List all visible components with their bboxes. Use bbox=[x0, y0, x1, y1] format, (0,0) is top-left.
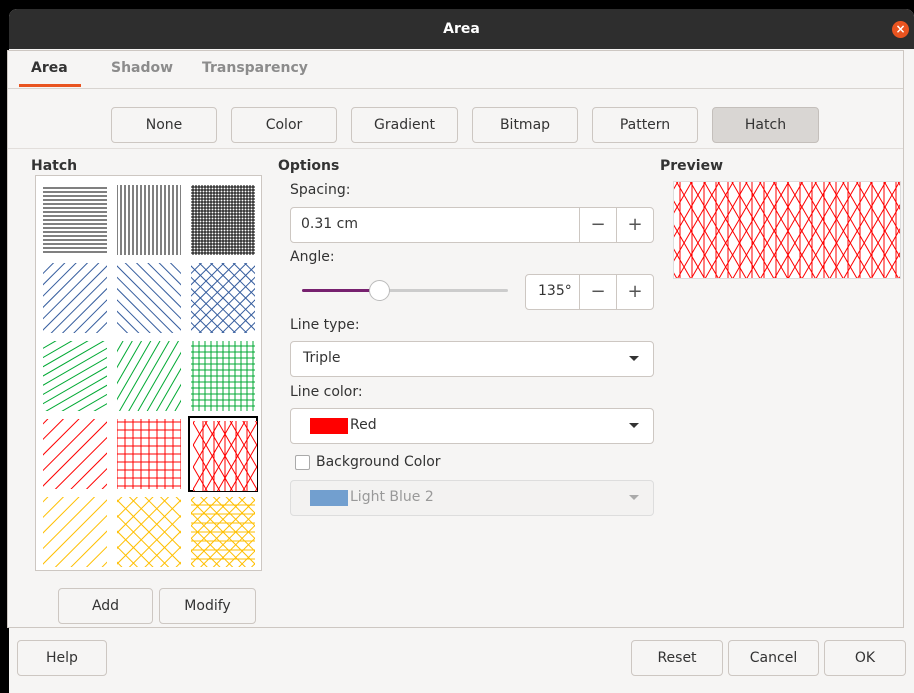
hatch-swatch[interactable] bbox=[40, 494, 110, 570]
spacing-decrease-button[interactable]: − bbox=[579, 208, 616, 242]
hatch-swatch-pattern bbox=[117, 341, 181, 411]
active-tab-indicator bbox=[19, 84, 81, 87]
hatch-swatch[interactable] bbox=[114, 338, 184, 414]
background-color-dropdown: Light Blue 2 bbox=[290, 480, 654, 516]
hatch-swatch-pattern bbox=[117, 497, 181, 567]
tab-area[interactable]: Area bbox=[31, 60, 68, 76]
preview-pattern bbox=[674, 182, 900, 278]
spacing-label: Spacing: bbox=[290, 182, 351, 198]
background-color-swatch bbox=[310, 490, 348, 506]
hatch-swatch-pattern bbox=[117, 185, 181, 255]
tab-transparency[interactable]: Transparency bbox=[202, 60, 308, 76]
hatch-swatch[interactable] bbox=[188, 338, 258, 414]
fill-bitmap-button[interactable]: Bitmap bbox=[472, 107, 578, 143]
hatch-swatch-pattern bbox=[193, 421, 257, 491]
hatch-preview bbox=[673, 181, 901, 279]
reset-button[interactable]: Reset bbox=[631, 640, 723, 676]
chevron-down-icon bbox=[629, 423, 639, 428]
angle-value: 135° bbox=[538, 283, 572, 299]
add-button[interactable]: Add bbox=[58, 588, 153, 624]
hatch-swatch-pattern bbox=[43, 341, 107, 411]
background-color-value: Light Blue 2 bbox=[350, 489, 434, 505]
hatch-gallery bbox=[35, 175, 262, 571]
hatch-swatch-pattern bbox=[191, 497, 255, 567]
tab-shadow[interactable]: Shadow bbox=[111, 60, 173, 76]
help-button[interactable]: Help bbox=[17, 640, 107, 676]
background-color-label: Background Color bbox=[316, 454, 441, 470]
section-divider bbox=[8, 148, 903, 149]
hatch-swatch[interactable] bbox=[114, 260, 184, 336]
hatch-swatch-pattern bbox=[191, 263, 255, 333]
hatch-swatch-pattern bbox=[117, 419, 181, 489]
hatch-swatch[interactable] bbox=[40, 338, 110, 414]
hatch-swatch[interactable] bbox=[188, 494, 258, 570]
hatch-swatch[interactable] bbox=[188, 416, 258, 492]
angle-slider[interactable] bbox=[302, 280, 508, 301]
angle-increase-button[interactable]: + bbox=[616, 275, 653, 309]
tab-divider bbox=[8, 88, 903, 89]
angle-field[interactable]: 135° − + bbox=[525, 274, 654, 310]
title-bar: Area × bbox=[9, 9, 914, 49]
line-color-label: Line color: bbox=[290, 384, 363, 400]
hatch-swatch[interactable] bbox=[188, 260, 258, 336]
spacing-increase-button[interactable]: + bbox=[616, 208, 653, 242]
spacing-field[interactable]: 0.31 cm − + bbox=[290, 207, 654, 243]
fill-color-button[interactable]: Color bbox=[231, 107, 337, 143]
hatch-swatch-pattern bbox=[43, 185, 107, 255]
hatch-swatch-pattern bbox=[191, 341, 255, 411]
line-color-swatch bbox=[310, 418, 348, 434]
options-heading: Options bbox=[278, 158, 340, 174]
fill-hatch-button[interactable]: Hatch bbox=[712, 107, 819, 143]
hatch-swatch-pattern bbox=[43, 497, 107, 567]
line-type-dropdown[interactable]: Triple bbox=[290, 341, 654, 377]
line-type-value: Triple bbox=[303, 350, 341, 366]
hatch-swatch[interactable] bbox=[114, 416, 184, 492]
ok-button[interactable]: OK bbox=[824, 640, 906, 676]
chevron-down-icon bbox=[629, 495, 639, 500]
angle-label: Angle: bbox=[290, 249, 335, 265]
slider-fill bbox=[302, 289, 380, 292]
line-color-value: Red bbox=[350, 417, 377, 433]
angle-decrease-button[interactable]: − bbox=[579, 275, 616, 309]
hatch-swatch-pattern bbox=[43, 263, 107, 333]
modify-button[interactable]: Modify bbox=[159, 588, 256, 624]
slider-handle[interactable] bbox=[369, 280, 391, 301]
hatch-swatch[interactable] bbox=[40, 182, 110, 258]
hatch-swatch[interactable] bbox=[114, 494, 184, 570]
preview-heading: Preview bbox=[660, 158, 724, 174]
background-color-checkbox[interactable] bbox=[295, 455, 310, 470]
hatch-swatch[interactable] bbox=[114, 182, 184, 258]
hatch-swatch[interactable] bbox=[188, 182, 258, 258]
fill-pattern-button[interactable]: Pattern bbox=[592, 107, 698, 143]
hatch-swatch-pattern bbox=[117, 263, 181, 333]
chevron-down-icon bbox=[629, 356, 639, 361]
spacing-value: 0.31 cm bbox=[301, 216, 358, 232]
fill-gradient-button[interactable]: Gradient bbox=[351, 107, 458, 143]
hatch-swatch-pattern bbox=[43, 419, 107, 489]
close-icon[interactable]: × bbox=[892, 21, 909, 38]
line-type-label: Line type: bbox=[290, 317, 360, 333]
dialog-title: Area bbox=[443, 21, 480, 37]
fill-none-button[interactable]: None bbox=[111, 107, 217, 143]
hatch-swatch[interactable] bbox=[40, 260, 110, 336]
cancel-button[interactable]: Cancel bbox=[728, 640, 819, 676]
hatch-swatch[interactable] bbox=[40, 416, 110, 492]
hatch-heading: Hatch bbox=[31, 158, 78, 174]
line-color-dropdown[interactable]: Red bbox=[290, 408, 654, 444]
hatch-swatch-pattern bbox=[191, 185, 255, 255]
